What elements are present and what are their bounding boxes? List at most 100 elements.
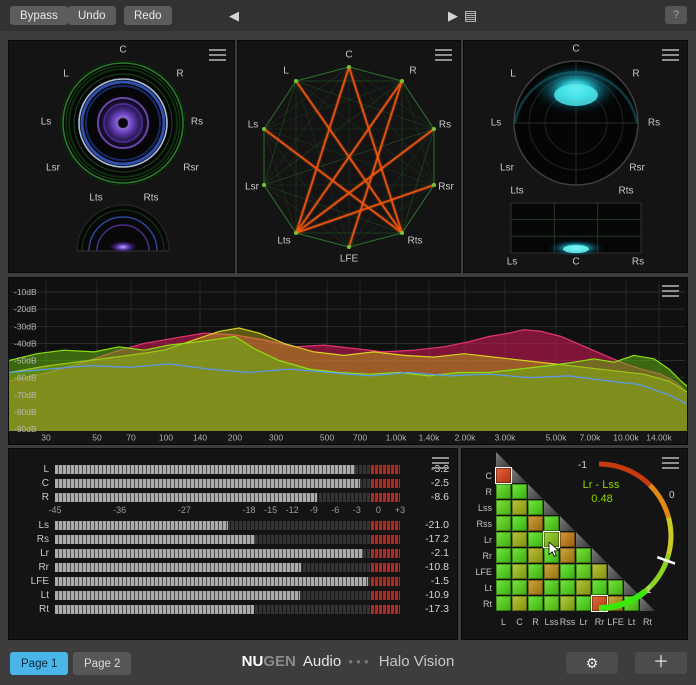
matrix-cell-rr-c[interactable]	[512, 548, 527, 563]
matrix-cell-lfe-rr[interactable]	[592, 564, 607, 579]
matrix-cell-rr-lr[interactable]	[576, 548, 591, 563]
matrix-cell-rr-r[interactable]	[528, 548, 543, 563]
panel-menu-icon[interactable]	[209, 49, 226, 61]
matrix-cell-rt-rss[interactable]	[560, 596, 575, 611]
matrix-cell-lt-rss[interactable]	[560, 580, 575, 595]
meter-fill	[55, 493, 317, 502]
help-button[interactable]: ?	[665, 6, 687, 24]
matrix-cell-lfe-rss[interactable]	[560, 564, 575, 579]
matrix-cell-lfe-lr[interactable]	[576, 564, 591, 579]
bypass-button[interactable]: Bypass	[10, 6, 68, 25]
matrix-cell-lt-lfe[interactable]	[608, 580, 623, 595]
meter-bar	[55, 535, 400, 544]
spectrum-freq-label: 10.00k	[613, 433, 639, 443]
page-1-button[interactable]: Page 1	[10, 652, 68, 675]
matrix-diagonal-triangle	[544, 500, 559, 515]
matrix-cell-rt-r[interactable]	[528, 596, 543, 611]
matrix-row-label: C	[464, 471, 492, 481]
web-ring-line	[349, 233, 402, 247]
spectrum-freq-label: 500	[320, 433, 334, 443]
previous-preset-icon[interactable]: ◀	[229, 8, 239, 24]
web-mesh-line	[264, 185, 402, 233]
spectrum-freq-label: 50	[92, 433, 102, 443]
matrix-cell-lt-r[interactable]	[528, 580, 543, 595]
meter-bar	[55, 591, 400, 600]
matrix-cell-rt-l[interactable]	[496, 596, 511, 611]
meter-scale-tick: +3	[395, 505, 405, 515]
matrix-cell-lt-lss[interactable]	[544, 580, 559, 595]
panel-menu-icon[interactable]	[662, 285, 679, 297]
web-node-Rs	[432, 127, 436, 131]
matrix-cell-rss-lss[interactable]	[544, 516, 559, 531]
panel-menu-icon[interactable]	[432, 457, 449, 469]
matrix-cell-rt-c[interactable]	[512, 596, 527, 611]
matrix-diagonal-triangle	[512, 468, 527, 483]
matrix-cell-lt-c[interactable]	[512, 580, 527, 595]
undo-button[interactable]: Undo	[68, 6, 116, 25]
matrix-cell-lss-r[interactable]	[528, 500, 543, 515]
meter-channel-label: R	[17, 492, 55, 503]
channel-label-l: L	[63, 69, 69, 80]
matrix-cell-lr-rss[interactable]	[560, 532, 575, 547]
matrix-diagonal-triangle	[576, 532, 591, 547]
spectrum-freq-label: 700	[353, 433, 367, 443]
matrix-col-label: Rt	[638, 617, 657, 627]
matrix-cell-lss-l[interactable]	[496, 500, 511, 515]
matrix-cell-lfe-l[interactable]	[496, 564, 511, 579]
meter-scale-tick: -36	[113, 505, 126, 515]
panel-menu-icon[interactable]	[662, 49, 679, 61]
matrix-row-label: LFE	[464, 567, 492, 577]
channel-label-l: L	[510, 69, 516, 80]
channel-label-rts: Rts	[144, 193, 159, 204]
add-module-button[interactable]: ＋	[635, 652, 687, 674]
matrix-cell-r-c[interactable]	[512, 484, 527, 499]
gear-icon: ⚙	[586, 655, 599, 671]
matrix-cell-r-l[interactable]	[496, 484, 511, 499]
matrix-cell-rr-rss[interactable]	[560, 548, 575, 563]
redo-button[interactable]: Redo	[124, 6, 172, 25]
matrix-cell-rr-l[interactable]	[496, 548, 511, 563]
matrix-cell-rss-r[interactable]	[528, 516, 543, 531]
meter-bar	[55, 605, 400, 614]
matrix-cell-rt-lfe[interactable]	[608, 596, 623, 611]
spectrum-freq-label: 3.00k	[495, 433, 517, 443]
matrix-cell-lr-r[interactable]	[528, 532, 543, 547]
channel-label-r: R	[176, 69, 183, 80]
web-node-Rts	[400, 231, 404, 235]
correlation-value-readout: 0.48	[591, 493, 612, 505]
matrix-cell-lt-l[interactable]	[496, 580, 511, 595]
matrix-cell-lt-lr[interactable]	[576, 580, 591, 595]
preset-list-icon[interactable]: ▤	[464, 7, 477, 24]
matrix-cell-c-l[interactable]	[496, 468, 511, 483]
matrix-cell-lr-c[interactable]	[512, 532, 527, 547]
matrix-cell-rt-lr[interactable]	[576, 596, 591, 611]
matrix-row-label: Lt	[464, 583, 492, 593]
channel-label-lsr: Lsr	[245, 182, 259, 193]
channel-label-rsr: Rsr	[629, 163, 645, 174]
web-ring-line	[264, 81, 296, 129]
meter-scale-tick: 0	[376, 505, 381, 515]
meter-fill	[55, 549, 363, 558]
panel-menu-icon[interactable]	[662, 457, 679, 469]
matrix-cell-lr-l[interactable]	[496, 532, 511, 547]
next-preset-icon[interactable]: ▶	[448, 8, 458, 24]
matrix-cell-rt-lss[interactable]	[544, 596, 559, 611]
matrix-cell-lt-rr[interactable]	[592, 580, 607, 595]
matrix-cell-rss-l[interactable]	[496, 516, 511, 531]
settings-button[interactable]: ⚙	[566, 652, 618, 674]
matrix-cell-rss-c[interactable]	[512, 516, 527, 531]
matrix-cell-rt-rr[interactable]	[592, 596, 607, 611]
matrix-cell-lfe-lss[interactable]	[544, 564, 559, 579]
matrix-cell-lfe-r[interactable]	[528, 564, 543, 579]
spectrum-db-label: -60dB	[14, 373, 37, 383]
matrix-cell-rt-lt[interactable]	[624, 596, 639, 611]
meter-fill	[55, 563, 301, 572]
channel-label-ls: Ls	[491, 118, 502, 129]
page-2-button[interactable]: Page 2	[73, 652, 131, 675]
meter-fill	[55, 577, 368, 586]
matrix-cell-lfe-c[interactable]	[512, 564, 527, 579]
panel-menu-icon[interactable]	[435, 49, 452, 61]
matrix-diagonal-triangle	[640, 596, 655, 611]
matrix-cell-lss-c[interactable]	[512, 500, 527, 515]
channel-label-lfe: LFE	[340, 254, 358, 265]
